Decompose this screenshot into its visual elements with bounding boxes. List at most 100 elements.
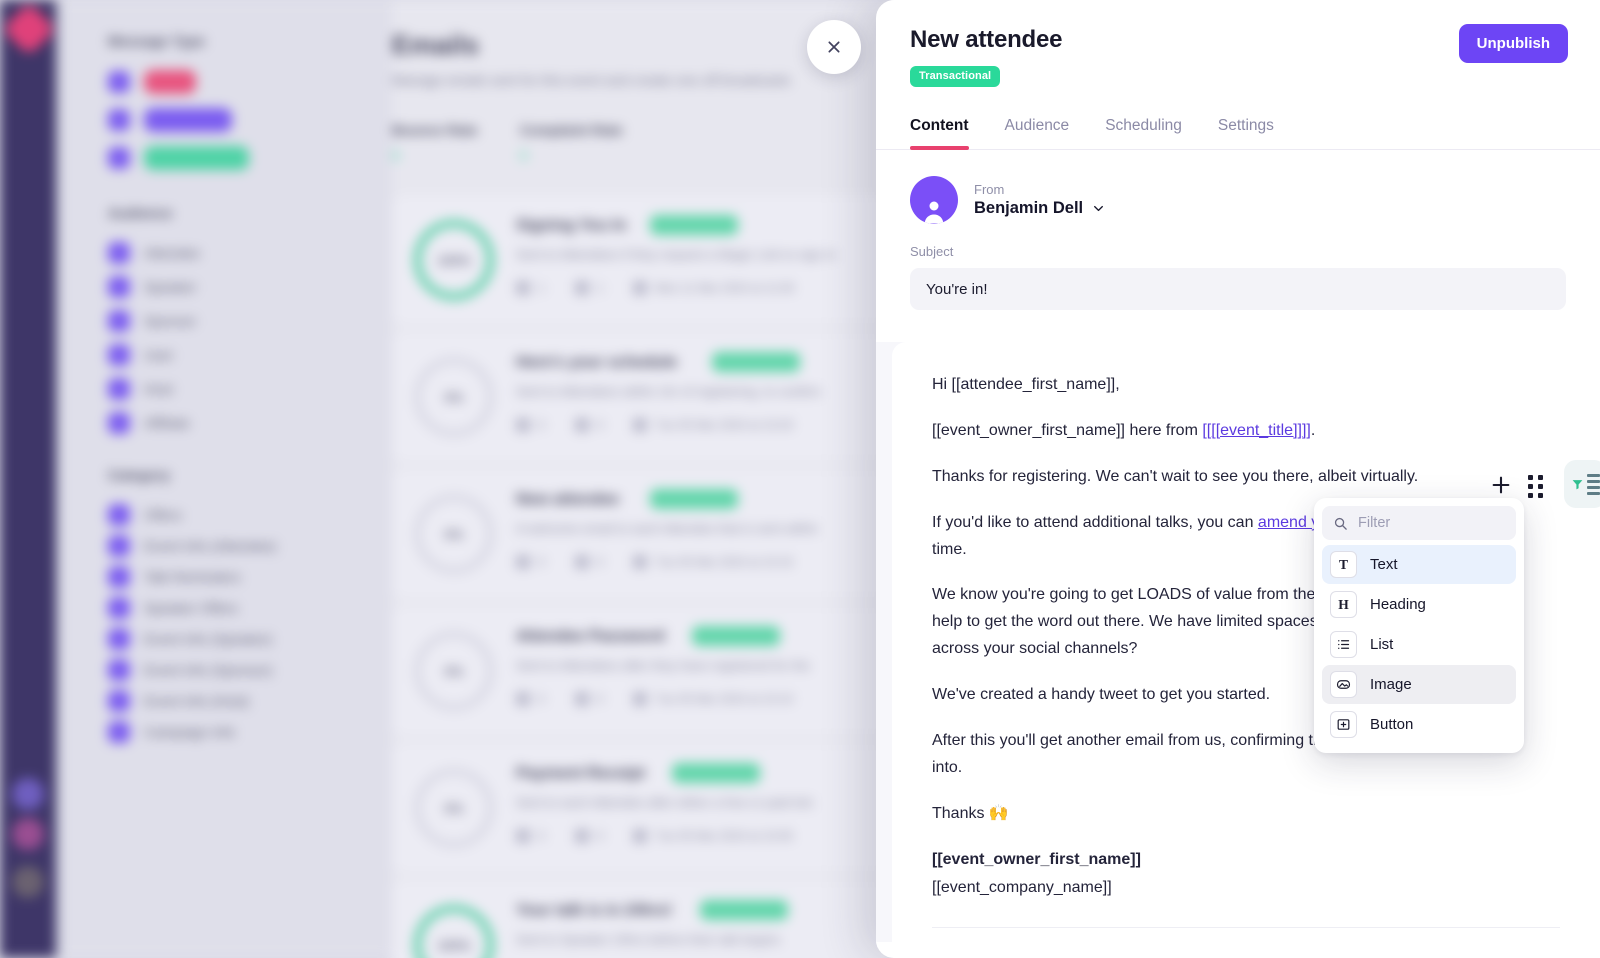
tab-scheduling[interactable]: Scheduling [1105,109,1182,149]
opens-count: 1 [538,281,545,295]
sidebar-item-event-info-attendee[interactable]: Event Info (Attendee) [108,535,276,557]
sidebar-item-affiliate[interactable]: Affiliate [108,412,190,434]
calendar-icon [633,555,648,569]
close-drawer-button[interactable] [807,20,861,74]
sent-date: Tue 05 Mar 2024 at 10:20 [655,418,794,432]
sidebar-item-speaker-offers[interactable]: Speaker Offers [108,597,238,619]
checkbox-event-info-host[interactable] [108,690,130,712]
opens-count: 0 [538,692,545,706]
checkbox-speaker-offers[interactable] [108,597,130,619]
clicks-count: 1 [596,281,604,295]
email-row[interactable]: 100% Your talk is in 24hrs! Sent to Spea… [392,880,892,958]
menu-item-button[interactable]: Button [1322,705,1516,744]
sidebar-label-sponsor: Sponsor [144,313,197,329]
filter-input[interactable] [1358,515,1505,531]
menu-item-label: List [1370,636,1394,653]
email-row[interactable]: 0% Payment Receipt Sent to each Attendee… [392,743,892,873]
filter-field[interactable] [1322,506,1516,540]
email-row[interactable]: 0% Attendee Password Sent to Attendees a… [392,606,892,736]
checkbox-campaign-info[interactable] [108,721,130,743]
sidebar-item-sponsor[interactable]: Sponsor [108,310,196,332]
checkbox-user[interactable] [108,344,130,366]
sidebar-item-talk-reminders[interactable]: Talk Reminders [108,566,240,588]
email-meta: 0 0 Tue 05 Mar 2024 at 10:15 [516,555,793,569]
email-row[interactable]: 0% New attendee A welcome email to each … [392,469,892,599]
menu-item-image[interactable]: Image [1322,665,1516,704]
sidebar-item-event-info-sponsor[interactable]: Event Info (Sponsor) [108,659,272,681]
diamond-logo-icon [2,2,56,56]
sidebar-item-live[interactable] [108,70,196,94]
stat-value-complaint-rate: 0 [520,148,528,163]
sidebar-item-host[interactable]: Host [108,378,173,400]
checkbox-talk-reminders[interactable] [108,566,130,588]
menu-item-text[interactable]: T Text [1322,545,1516,584]
email-name: Your talk is in 24hrs! [516,902,673,919]
body-greeting: Hi [[attendee_first_name]], [932,376,1120,393]
email-name: Payment Receipt [516,765,645,782]
email-row[interactable]: 100% Signing You In Sent to Attendees if… [392,195,892,325]
drag-handle-icon[interactable] [1528,475,1544,498]
sidebar-label-campaign-info: Campaign Info [144,724,236,740]
email-row[interactable]: 0% Here's your schedule Sent to Attendee… [392,332,892,462]
tab-settings[interactable]: Settings [1218,109,1274,149]
checkbox-offers[interactable] [108,504,130,526]
email-name: Here's your schedule [516,354,678,371]
checkbox-event-info-attendee[interactable] [108,535,130,557]
email-description: Sent to Attendees after they have regist… [516,658,811,673]
email-type-badge [692,626,780,646]
email-type-badge [650,215,738,235]
chevron-down-icon [1094,205,1104,212]
clicks-count: 0 [596,829,604,843]
clicks-icon [574,555,589,569]
sidebar-item-transactional[interactable] [108,146,249,170]
sidebar-group-title-message-type: Message Type [108,33,206,49]
event-title-link[interactable]: [[[[event_title]]]] [1202,422,1311,439]
stat-value-bounce-rate: 0 [392,148,400,163]
sidebar-label-user: User [144,347,174,363]
checkbox-attendee[interactable] [108,242,130,264]
sidebar-item-offers[interactable]: Offers [108,504,182,526]
checkbox-speaker[interactable] [108,276,130,298]
email-description: Sent to each Attendee after either a fre… [516,795,814,810]
subject-label: Subject [910,244,954,259]
email-type-badge [712,352,800,372]
checkbox-live[interactable] [108,71,130,93]
menu-item-label: Heading [1370,596,1426,613]
tab-content[interactable]: Content [910,109,969,150]
sent-date: Mon 11 Mar 2024 at 11:05 [655,281,795,295]
checkbox-affiliate[interactable] [108,412,130,434]
pill-transactional [144,146,249,170]
progress-value: 100% [437,937,471,953]
from-sender-selector[interactable]: Benjamin Dell [974,199,1105,218]
subject-input[interactable] [910,268,1566,310]
checkbox-host[interactable] [108,378,130,400]
email-editor-drawer: New attendee Transactional Unpublish Con… [876,0,1600,958]
unpublish-button[interactable]: Unpublish [1458,24,1568,63]
checkbox-sponsor[interactable] [108,310,130,332]
email-type-badge [650,489,738,509]
opens-count: 0 [538,829,545,843]
tab-audience[interactable]: Audience [1005,109,1070,149]
sidebar-label-host: Host [144,381,173,397]
checkbox-transactional[interactable] [108,147,130,169]
menu-item-heading[interactable]: H Heading [1322,585,1516,624]
progress-value: 0% [444,526,464,542]
sidebar-item-event-info-speaker[interactable]: Event Info (Speaker) [108,628,272,650]
sidebar-item-campaign-info[interactable]: Campaign Info [108,721,235,743]
sidebar-item-user[interactable]: User [108,344,174,366]
clicks-icon [574,829,589,843]
rail-avatar-2 [12,818,44,850]
template-preview-chip[interactable] [1564,460,1600,508]
menu-item-list[interactable]: List [1322,625,1516,664]
sidebar-item-attendee[interactable]: Attendee [108,242,200,264]
plus-icon[interactable] [1490,474,1512,496]
checkbox-event-info-speaker[interactable] [108,628,130,650]
sidebar-item-speaker[interactable]: Speaker [108,276,196,298]
sidebar-item-event-info-host[interactable]: Event Info (Host) [108,690,249,712]
checkbox-broadcast[interactable] [108,109,130,131]
email-description: Sent to Attendees if they request a Magi… [516,247,837,262]
sidebar-item-broadcast[interactable] [108,108,232,132]
checkbox-event-info-sponsor[interactable] [108,659,130,681]
calendar-icon [633,418,648,432]
page-title: Emails [392,30,480,60]
